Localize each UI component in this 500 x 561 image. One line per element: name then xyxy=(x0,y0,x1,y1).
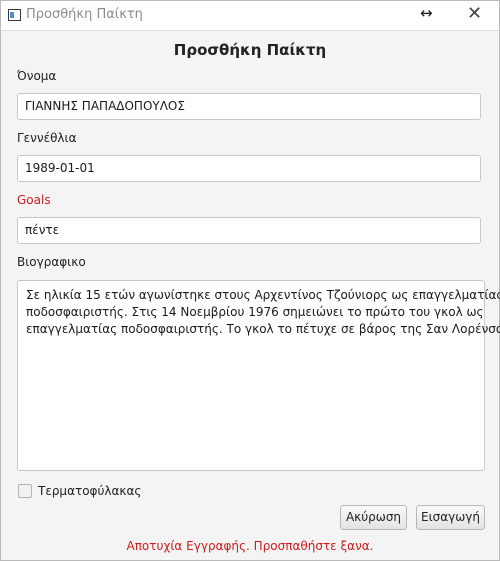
window-titlebar[interactable]: Προσθήκη Παίκτη ↔ ✕ xyxy=(1,1,499,31)
window-title: Προσθήκη Παίκτη xyxy=(26,7,143,22)
birthdate-input[interactable]: 1989-01-01 xyxy=(17,155,481,182)
window-app-icon xyxy=(8,9,21,21)
bio-line: Σε ηλικία 15 ετών αγωνίστηκε στους Αρχεν… xyxy=(26,288,500,302)
bio-label: Βιογραφικο xyxy=(17,255,86,269)
bio-textarea[interactable]: Σε ηλικία 15 ετών αγωνίστηκε στους Αρχεν… xyxy=(17,280,500,471)
status-message: Αποτυχία Εγγραφής. Προσπαθήστε ξανα. xyxy=(126,539,374,553)
name-input[interactable]: ΓΙΑΝΝΗΣ ΠΑΠΑΔΟΠΟΥΛΟΣ xyxy=(17,93,481,120)
goalkeeper-checkbox[interactable] xyxy=(18,484,32,498)
birthdate-label: Γεννέθλια xyxy=(17,131,77,145)
resize-icon[interactable]: ↔ xyxy=(420,4,433,22)
cancel-button[interactable]: Ακύρωση xyxy=(340,505,407,530)
goals-label: Goals xyxy=(17,193,51,207)
add-player-window: Προσθήκη Παίκτη ↔ ✕ Προσθήκη Παίκτη Όνομ… xyxy=(0,0,500,561)
name-label: Όνομα xyxy=(17,69,57,83)
goalkeeper-label[interactable]: Τερματοφύλακας xyxy=(38,484,141,498)
bio-line: ποδοσφαιριστής. Στις 14 Νοεμβρίου 1976 σ… xyxy=(26,305,484,319)
insert-button[interactable]: Εισαγωγή xyxy=(416,505,485,530)
goals-input[interactable]: πέντε xyxy=(17,217,481,244)
bio-line: επαγγελματίας ποδοσφαιριστής. Το γκολ το… xyxy=(26,322,500,336)
close-icon[interactable]: ✕ xyxy=(467,3,482,24)
page-title: Προσθήκη Παίκτη xyxy=(173,41,327,59)
